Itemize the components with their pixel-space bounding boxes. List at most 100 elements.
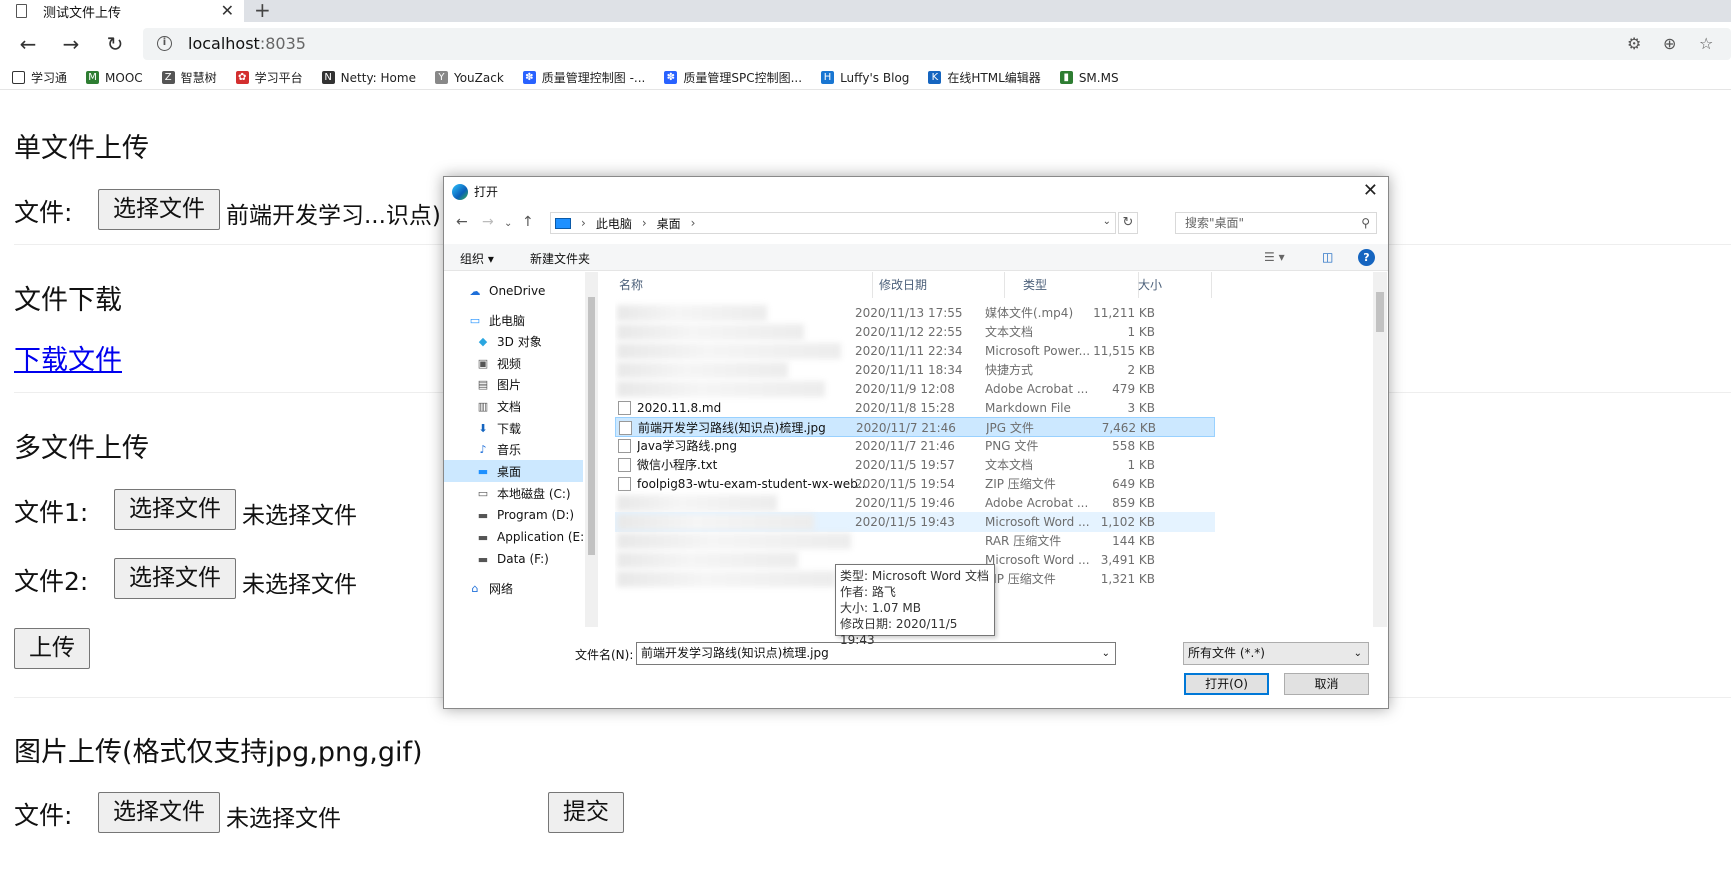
dialog-address-bar[interactable]: › 此电脑 › 桌面 › ⌄ [550, 212, 1116, 234]
nav-item-label: Program (D:) [497, 508, 575, 522]
zhihuishu-icon: Z [161, 71, 175, 84]
bookmark-item[interactable]: 学习通 [12, 69, 67, 86]
view-options-icon[interactable]: ☰ ▾ [1264, 250, 1285, 264]
submit-button[interactable]: 提交 [548, 792, 624, 833]
file-list-scrollbar[interactable] [1373, 272, 1387, 627]
recent-locations-icon[interactable]: ⌄ [504, 218, 512, 229]
bookmark-item[interactable]: Y YouZack [434, 71, 504, 85]
file-size: 1,102 KB [1100, 515, 1155, 529]
translate-icon[interactable]: ⚙ [1627, 34, 1641, 53]
file-row[interactable]: 2020/11/9 12:08 Adobe Acrobat ... 479 KB [615, 379, 1215, 399]
organize-button[interactable]: 组织 ▾ [460, 250, 494, 267]
file-row[interactable]: 2020/11/5 19:46 Adobe Acrobat ... 859 KB [615, 493, 1215, 513]
file-row[interactable]: 2020/11/11 22:34 Microsoft Power... 11,515… [615, 341, 1215, 361]
bookmark-item[interactable]: N Netty: Home [321, 70, 416, 85]
file-type: Markdown File [985, 401, 1071, 415]
nav-item-label: 视频 [497, 356, 522, 371]
upload-button[interactable]: 上传 [14, 628, 90, 669]
chevron-down-icon[interactable]: ⌄ [1103, 216, 1111, 227]
file-type-select[interactable]: 所有文件 (*.*) ⌄ [1183, 642, 1369, 665]
file-row[interactable]: 2020/11/12 22:55 文本文档 1 KB [615, 322, 1215, 342]
file-name: 2020.11.8.md [637, 401, 722, 415]
file-row[interactable]: Java学习路线.png 2020/11/7 21:46 PNG 文件 558 KB [615, 436, 1215, 456]
tab-title: 测试文件上传 [43, 5, 122, 21]
dialog-back-icon[interactable]: ← [456, 214, 468, 230]
music-note-icon: ♪ [479, 442, 487, 456]
column-name[interactable]: 名称 [615, 272, 873, 298]
close-tab-icon[interactable]: ✕ [221, 1, 234, 20]
dialog-close-icon[interactable]: ✕ [1363, 180, 1378, 201]
nav-item[interactable]: ▭ 此电脑 [467, 309, 597, 331]
bookmark-item[interactable]: M MOOC [86, 71, 143, 85]
nav-scrollbar[interactable] [585, 272, 598, 627]
address-bar[interactable]: i localhost:8035 ⚙ ⊕ ☆ [143, 28, 1731, 60]
image-file-status: 未选择文件 [226, 806, 341, 832]
chevron-down-icon[interactable]: ⌄ [1102, 643, 1110, 664]
info-icon[interactable]: i [157, 36, 172, 51]
cancel-button[interactable]: 取消 [1284, 673, 1369, 695]
bookmark-item[interactable]: K 在线HTML编辑器 [928, 69, 1041, 86]
bookmark-item[interactable]: ✽ 质量管理控制图 -... [522, 69, 645, 86]
back-arrow-icon[interactable]: ← [14, 30, 42, 58]
image-choose-file-button[interactable]: 选择文件 [98, 792, 220, 833]
file-row[interactable]: 微信小程序.txt 2020/11/5 19:57 文本文档 1 KB [615, 455, 1215, 475]
forward-arrow-icon[interactable]: → [57, 30, 85, 58]
new-folder-button[interactable]: 新建文件夹 [530, 250, 590, 267]
star-icon[interactable]: ☆ [1699, 34, 1713, 53]
nav-item-label: 音乐 [497, 442, 522, 457]
image-upload-title: 图片上传(格式仅支持jpg,png,gif) [14, 737, 423, 768]
download-title: 文件下载 [14, 285, 122, 316]
bookmark-item[interactable]: H Luffy's Blog [821, 71, 909, 85]
single-choose-file-button[interactable]: 选择文件 [98, 189, 220, 230]
refresh-icon[interactable]: ↻ [1118, 212, 1138, 234]
dialog-forward-icon[interactable]: → [482, 214, 494, 230]
dialog-search-input[interactable]: 搜索"桌面" ⚲ [1175, 212, 1377, 234]
column-type[interactable]: 类型 [1019, 272, 1139, 298]
column-size[interactable]: 大小 [1134, 272, 1212, 298]
file-date: 2020/11/5 19:54 [855, 477, 955, 491]
up-folder-icon[interactable]: ↑ [522, 214, 534, 230]
file-row[interactable]: 前端开发学习路线(知识点)梳理.jpg 2020/11/7 21:46 JPG 文件… [615, 417, 1215, 437]
bookmark-label: Netty: Home [340, 70, 416, 85]
nav-scrollbar-thumb[interactable] [588, 297, 595, 555]
file-type: JPG 文件 [986, 421, 1034, 435]
file-row[interactable]: foolpig83-wtu-exam-student-wx-web... 2020… [615, 474, 1215, 494]
nav-item[interactable]: ⌂ 网络 [467, 577, 597, 599]
zoom-icon[interactable]: ⊕ [1663, 34, 1676, 53]
file-row[interactable]: 2020/11/11 18:34 快捷方式 2 KB [615, 360, 1215, 380]
file-list-scrollbar-thumb[interactable] [1376, 292, 1384, 332]
nav-item-label: 网络 [489, 581, 514, 596]
preview-pane-icon[interactable]: ◫ [1322, 250, 1333, 264]
file-row[interactable]: 2020.11.8.md 2020/11/8 15:28 Markdown File… [615, 398, 1215, 418]
file-date: 2020/11/13 17:55 [855, 306, 963, 320]
file-row[interactable]: 2020/11/13 17:55 媒体文件(.mp4) 11,211 KB [615, 303, 1215, 323]
youzack-icon: Y [434, 71, 448, 84]
column-date[interactable]: 修改日期 [875, 272, 1005, 298]
reload-icon[interactable]: ↻ [101, 30, 129, 58]
file-type: Microsoft Word ... [985, 553, 1089, 567]
file2-choose-file-button[interactable]: 选择文件 [114, 558, 236, 599]
new-tab-icon[interactable]: + [254, 0, 271, 22]
file-size: 649 KB [1112, 477, 1155, 491]
bookmark-item[interactable]: ▮ SM.MS [1059, 71, 1119, 85]
breadcrumb-desktop[interactable]: 桌面 [657, 215, 681, 232]
text-file-icon [618, 458, 631, 472]
nav-item[interactable]: ▬ 桌面 [444, 460, 583, 482]
file1-status: 未选择文件 [242, 503, 357, 529]
breadcrumb-this-pc[interactable]: 此电脑 [596, 215, 632, 232]
bookmark-item[interactable]: Z 智慧树 [161, 69, 217, 86]
file-row[interactable]: 2020/11/5 19:43 Microsoft Word ... 1,102 K… [615, 512, 1215, 532]
bookmarks-bar: 学习通 M MOOC Z 智慧树 ✿ 学习平台 N Netty: Home Y YouZack ✽ 质量… [0, 66, 1731, 90]
bookmark-item[interactable]: ✿ 学习平台 [235, 69, 303, 86]
file1-choose-file-button[interactable]: 选择文件 [114, 489, 236, 530]
file-size: 7,462 KB [1101, 421, 1156, 435]
bookmark-item[interactable]: ✽ 质量管理SPC控制图... [664, 69, 802, 86]
file-size: 1 KB [1127, 325, 1155, 339]
help-icon[interactable]: ? [1358, 249, 1375, 266]
nav-item[interactable]: ☁ OneDrive [467, 280, 597, 302]
file-row[interactable]: RAR 压缩文件 144 KB [615, 531, 1215, 551]
download-link[interactable]: 下载文件 [14, 338, 122, 377]
browser-tab[interactable]: 测试文件上传 ✕ [0, 0, 244, 22]
file-date: 2020/11/8 15:28 [855, 401, 955, 415]
open-button[interactable]: 打开(O) [1184, 673, 1269, 695]
